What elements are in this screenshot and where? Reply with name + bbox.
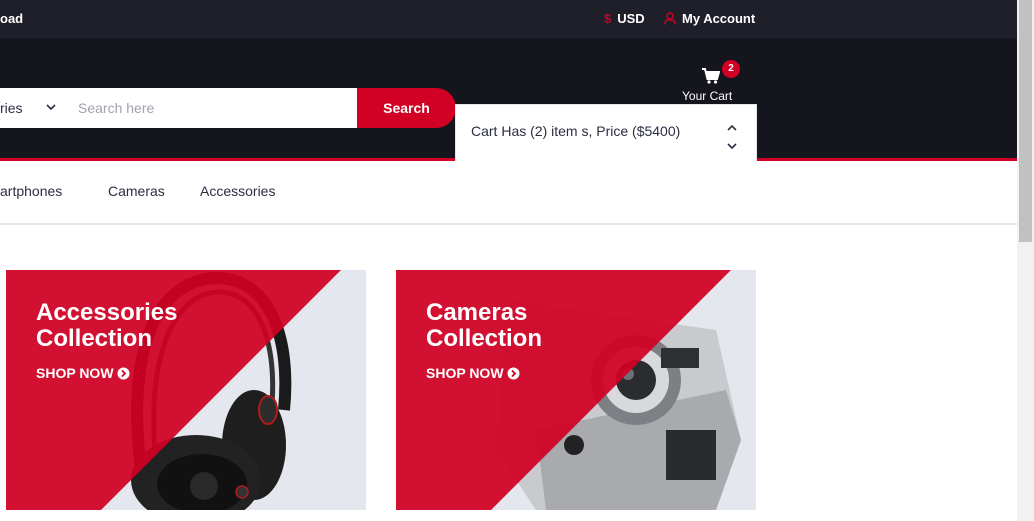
shop-now-link[interactable]: SHOP NOW [426,365,520,381]
collection-title-line2: Collection [426,325,543,352]
collection-title: Cameras Collection [426,300,626,352]
collection-title-line1: Cameras [426,299,528,326]
collection-card-accessories[interactable]: Accessories Collection SHOP NOW [6,270,366,510]
page-scrollbar[interactable] [1017,0,1034,521]
cart-label: Your Cart [682,89,733,103]
arrow-circle-right-icon [507,367,520,380]
search-button[interactable]: Search [357,88,456,128]
nav-item-cameras[interactable]: Cameras [108,183,165,199]
nav-item-smartphones[interactable]: artphones [0,183,62,199]
cart-button[interactable]: 2 Your Cart [680,58,742,104]
nav-item-accessories[interactable]: Accessories [200,183,275,199]
category-select-value: ries [0,100,23,116]
collection-title: Accessories Collection [36,300,236,352]
cart-summary: Cart Has (2) item s, Price ($5400) [471,123,681,139]
cart-count-badge: 2 [722,60,740,78]
my-account-label: My Account [682,11,756,26]
chevron-down-icon [46,104,56,111]
currency-label: USD [617,11,645,26]
shop-now-label: SHOP NOW [36,365,114,381]
collection-title-line2: Collection [36,325,153,352]
top-header-link[interactable]: oad [0,11,23,26]
main-navigation: artphones Cameras Accessories [0,161,1017,225]
shopping-cart-icon [702,68,720,84]
my-account-link[interactable]: My Account [664,11,755,26]
chevron-up-icon[interactable] [726,123,738,133]
collection-card-cameras[interactable]: Cameras Collection SHOP NOW [396,270,756,510]
category-select[interactable]: ries [0,88,63,128]
dollar-icon: $ [604,11,612,26]
shop-now-label: SHOP NOW [426,365,504,381]
arrow-circle-right-icon [117,367,130,380]
collection-title-line1: Accessories [36,299,178,326]
user-icon [664,12,676,25]
search-input[interactable] [62,88,357,128]
chevron-down-icon[interactable] [726,141,738,151]
shop-now-link[interactable]: SHOP NOW [36,365,130,381]
top-header: oad $ USD My Account [0,0,1017,38]
scrollbar-thumb[interactable] [1019,0,1032,242]
currency-selector[interactable]: $ USD [604,11,645,26]
